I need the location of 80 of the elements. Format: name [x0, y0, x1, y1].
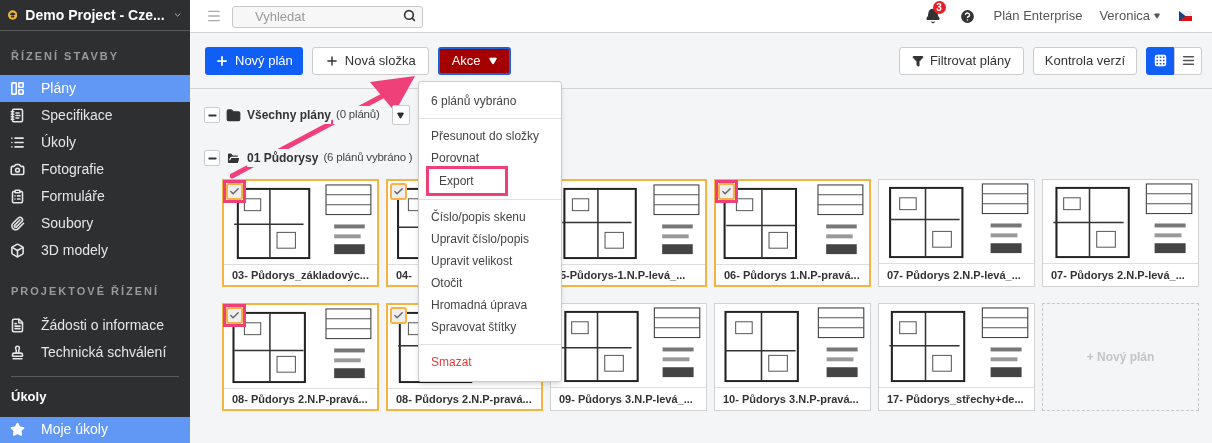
- menu-item[interactable]: Export: [429, 169, 505, 193]
- sidebar-item[interactable]: Specifikace: [0, 102, 190, 130]
- menu-item[interactable]: Přesunout do složky: [421, 125, 561, 147]
- plan-title: 03- Půdorys_základovýc...: [232, 267, 369, 283]
- list-icon: [10, 135, 25, 151]
- stamp-icon: [10, 345, 25, 361]
- plan-card[interactable]: 06- Půdorys 1.N.P-pravá...: [714, 179, 871, 287]
- camera-icon: [10, 162, 25, 178]
- section-title: Úkoly: [10, 388, 48, 407]
- plan-label[interactable]: Plán Enterprise: [993, 6, 1083, 26]
- list-icon: [1181, 54, 1195, 67]
- plan-card[interactable]: 10- Půdorys 3.N.P-pravá...: [714, 303, 871, 411]
- plan-card[interactable]: 08- Půdorys 2.N.P-pravá...: [222, 303, 379, 411]
- caret-icon: [1154, 13, 1160, 19]
- plan-card[interactable]: 17- Půdorys_střechy+de...: [878, 303, 1035, 411]
- check-icon: [393, 310, 404, 321]
- plan-card[interactable]: 07- Půdorys 2.N.P-levá_...: [878, 179, 1035, 287]
- section-title: ŘÍZENÍ STAVBY: [10, 48, 121, 64]
- sidebar-item[interactable]: Formuláře: [0, 183, 190, 211]
- sidebar-item[interactable]: 3D modely: [0, 237, 190, 265]
- grid-icon: [1153, 54, 1167, 67]
- flag-icon[interactable]: [1179, 11, 1192, 21]
- new-folder-button[interactable]: Nová složka: [311, 46, 429, 75]
- user-menu[interactable]: Veronica: [1099, 6, 1160, 26]
- sidebar-item[interactable]: Žádosti o informace: [0, 312, 190, 340]
- folder-count: (0 plánů): [333, 106, 380, 124]
- cube-icon: [10, 243, 25, 259]
- list-view-button[interactable]: [1174, 46, 1202, 75]
- plan-card[interactable]: 03- Půdorys_základovýc...: [222, 179, 379, 287]
- menu-item[interactable]: Porovnat: [421, 147, 561, 169]
- plan-title: 07- Půdorys 2.N.P-levá_...: [1051, 267, 1185, 283]
- folder-name[interactable]: 01 Půdorysy: [247, 149, 319, 167]
- grid-view-button[interactable]: [1146, 46, 1174, 75]
- checkbox[interactable]: [390, 183, 407, 200]
- section-title: PROJEKTOVÉ ŘÍZENÍ: [10, 283, 161, 299]
- check-icon: [393, 186, 404, 197]
- plan-title: 08- Půdorys 2.N.P-pravá...: [232, 391, 368, 407]
- checkbox[interactable]: [390, 307, 407, 324]
- plan-title: 17- Půdorys_střechy+de...: [887, 391, 1024, 407]
- plan-card[interactable]: 09- Půdorys 3.N.P-levá_...: [550, 303, 707, 411]
- sidebar-item[interactable]: Technická schválení: [0, 339, 190, 367]
- folder-dropdown-button[interactable]: [391, 105, 410, 125]
- actions-button[interactable]: Akce: [437, 46, 511, 75]
- version-check-button[interactable]: Kontrola verzí: [1032, 46, 1137, 75]
- plan-title: 08- Půdorys 2.N.P-pravá...: [396, 391, 532, 407]
- search-field[interactable]: Vyhledat: [232, 5, 423, 28]
- plan-title: 10- Půdorys 3.N.P-pravá...: [723, 391, 859, 407]
- help-icon[interactable]: [958, 7, 976, 25]
- document-icon: [10, 318, 25, 334]
- caret-icon: [488, 56, 497, 65]
- new-plan-button[interactable]: Nový plán: [205, 46, 303, 75]
- project-name[interactable]: Demo Project - Cze...: [25, 4, 165, 26]
- plan-title: 04-: [396, 267, 412, 283]
- check-icon: [721, 186, 732, 197]
- plan-title: 09- Půdorys 3.N.P-levá_...: [559, 391, 693, 407]
- plan-title: 5-Půdorys-1.N.P-levá_...: [560, 267, 686, 283]
- notebook-icon: [10, 108, 25, 124]
- collapse-button[interactable]: [204, 107, 220, 123]
- search-icon[interactable]: [403, 9, 416, 22]
- check-icon: [229, 310, 240, 321]
- sidebar-item[interactable]: Soubory: [0, 210, 190, 238]
- sidebar-item[interactable]: Úkoly: [0, 129, 190, 157]
- plus-icon: [215, 53, 229, 68]
- folder-icon: [226, 150, 241, 166]
- clipboard-icon: [10, 189, 25, 205]
- sidebar-item[interactable]: Fotografie: [0, 156, 190, 184]
- plan-title: 07- Půdorys 2.N.P-levá_...: [887, 267, 1021, 283]
- plan-icon: [10, 81, 25, 97]
- plan-title: 06- Půdorys 1.N.P-pravá...: [724, 267, 860, 283]
- plan-card[interactable]: 07- Půdorys 2.N.P-levá_...: [1042, 179, 1199, 287]
- check-icon: [229, 186, 240, 197]
- collapse-button[interactable]: [204, 150, 220, 166]
- plus-icon: [324, 53, 339, 68]
- star-icon: [10, 422, 25, 438]
- filter-icon: [911, 54, 924, 67]
- caret-icon: [397, 111, 405, 119]
- paperclip-icon: [10, 216, 25, 232]
- filter-button[interactable]: Filtrovat plány: [898, 46, 1024, 75]
- notification-badge: 3: [932, 1, 946, 14]
- folder-icon: [226, 107, 241, 123]
